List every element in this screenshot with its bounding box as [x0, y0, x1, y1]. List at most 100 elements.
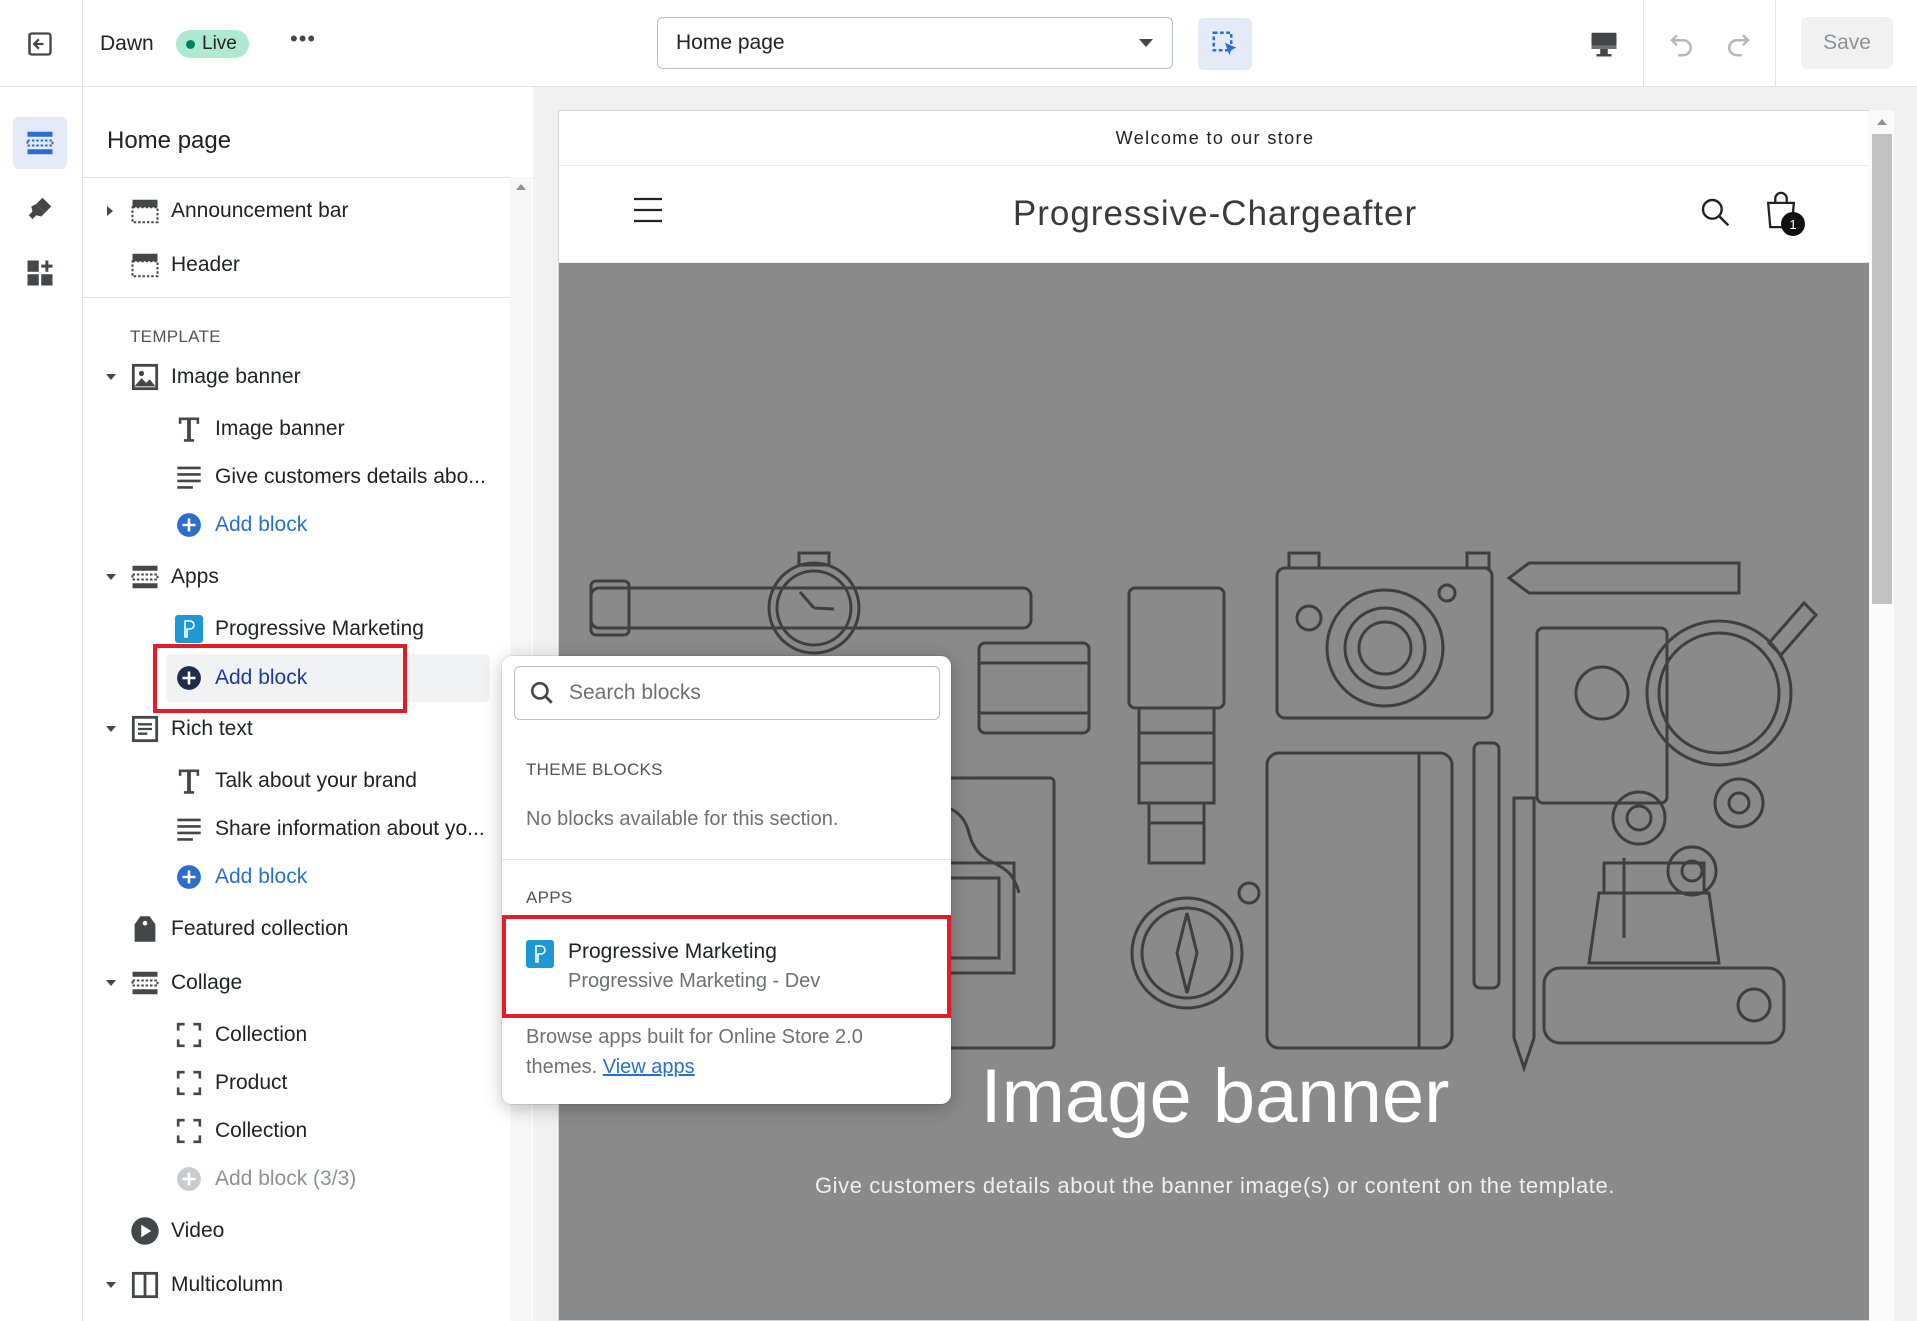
view-apps-link[interactable]: View apps [603, 1056, 695, 1078]
redo-button[interactable] [1718, 26, 1758, 62]
divider [83, 297, 510, 298]
header-icon [129, 249, 161, 281]
section-label: Rich text [171, 717, 253, 740]
section-icon [129, 967, 161, 999]
apps-heading: APPS [526, 888, 573, 907]
rich-text-icon [129, 713, 161, 745]
theme-name: Dawn [100, 32, 154, 55]
device-preview-button[interactable] [1584, 26, 1624, 62]
block-label: Collection [215, 1023, 308, 1046]
block-text[interactable]: Give customers details abo... [173, 453, 486, 501]
block-label: Progressive Marketing [215, 617, 424, 640]
scroll-up-icon [516, 184, 526, 190]
image-icon [129, 361, 161, 393]
divider [82, 0, 83, 86]
section-video[interactable]: Video [129, 1207, 224, 1255]
block-heading[interactable]: Talk about your brand [173, 757, 417, 805]
theme-blocks-empty-message: No blocks available for this section. [526, 808, 839, 830]
divider [1643, 0, 1644, 86]
undo-button[interactable] [1662, 26, 1702, 62]
highlight-app-option [502, 915, 951, 1018]
theme-settings-tab[interactable] [13, 183, 67, 235]
cart-count-badge: 1 [1781, 212, 1805, 236]
cart-button[interactable]: 1 [1763, 190, 1807, 236]
search-blocks-input[interactable]: Search blocks [514, 666, 940, 720]
block-label: Image banner [215, 417, 345, 440]
block-heading[interactable]: Image banner [173, 405, 345, 453]
section-collage[interactable]: Collage [105, 959, 242, 1007]
search-button[interactable] [1699, 196, 1731, 228]
frame-icon [173, 1019, 205, 1051]
section-multicolumn[interactable]: Multicolumn [105, 1261, 283, 1309]
add-block-label: Add block (3/3) [215, 1167, 357, 1190]
paintbrush-icon [28, 197, 52, 219]
store-header: Progressive-Chargeafter 1 [559, 166, 1869, 263]
plus-circle-icon [173, 1163, 205, 1195]
section-header[interactable]: Header [129, 241, 240, 289]
section-label: Multicolumn [171, 1273, 284, 1296]
exit-icon [28, 32, 52, 56]
search-icon [1701, 198, 1730, 227]
add-block-popover: Search blocks THEME BLOCKS No blocks ava… [502, 656, 951, 1104]
save-button[interactable]: Save [1801, 17, 1893, 69]
divider [83, 177, 533, 178]
block-text[interactable]: Share information about yo... [173, 805, 485, 853]
add-block-button[interactable]: Add block [173, 501, 307, 549]
section-label: Featured collection [171, 917, 349, 940]
block-collection[interactable]: Collection [173, 1011, 307, 1059]
status-dot [186, 39, 195, 49]
desktop-icon [1591, 32, 1617, 57]
section-announcement-bar[interactable]: Announcement bar [105, 187, 348, 235]
exit-button[interactable] [18, 24, 62, 64]
block-label: Talk about your brand [215, 769, 417, 792]
scroll-up-icon [1876, 119, 1887, 125]
section-label: Video [171, 1219, 225, 1242]
app-embeds-tab[interactable] [13, 247, 67, 299]
paragraph-icon [173, 813, 205, 845]
search-icon [530, 681, 553, 704]
frame-icon [173, 1115, 205, 1147]
text-icon [173, 765, 205, 797]
add-block-button[interactable]: Add block [173, 853, 307, 901]
section-label: Image banner [171, 365, 301, 388]
text-icon [173, 413, 205, 445]
section-featured-collection[interactable]: Featured collection [129, 905, 348, 953]
editor-rail [0, 87, 83, 1321]
block-label: Product [215, 1071, 288, 1094]
frame-icon [173, 1067, 205, 1099]
sections-icon [26, 131, 54, 155]
inspector-toggle-button[interactable] [1198, 18, 1252, 70]
page-select[interactable]: Home page [657, 17, 1173, 69]
store-name[interactable]: Progressive-Chargeafter [559, 166, 1869, 262]
section-image-banner[interactable]: Image banner [105, 353, 301, 401]
apps-icon [27, 260, 53, 286]
add-block-label: Add block [215, 513, 308, 536]
block-product[interactable]: Product [173, 1059, 287, 1107]
browse-apps-line2: themes. View apps [526, 1056, 695, 1079]
caret-down-icon [1139, 39, 1153, 47]
section-label: Apps [171, 565, 219, 588]
add-block-label: Add block [215, 865, 308, 888]
paragraph-icon [173, 461, 205, 493]
block-label: Give customers details abo... [215, 465, 486, 488]
sections-tab[interactable] [13, 117, 67, 169]
preview-scroll-thumb[interactable] [1872, 134, 1892, 604]
section-label: Announcement bar [171, 199, 349, 222]
theme-blocks-heading: THEME BLOCKS [526, 760, 663, 779]
plus-circle-icon [173, 861, 205, 893]
page-select-value: Home page [676, 31, 785, 54]
announcement-bar: Welcome to our store [559, 111, 1869, 166]
block-label: Share information about yo... [215, 817, 485, 840]
sidebar-title: Home page [107, 127, 232, 154]
redo-icon [1728, 34, 1750, 57]
more-actions-button[interactable]: ••• [290, 26, 316, 52]
status-badge: Live [176, 30, 249, 58]
caret-right-icon [107, 206, 113, 216]
search-placeholder: Search blocks [569, 681, 701, 704]
block-collection[interactable]: Collection [173, 1107, 307, 1155]
app-logo-icon [173, 613, 205, 645]
browse-apps-text: Browse apps built for Online Store 2.0 [526, 1026, 863, 1048]
play-icon [129, 1215, 161, 1247]
section-apps[interactable]: Apps [105, 553, 219, 601]
columns-icon [129, 1269, 161, 1301]
